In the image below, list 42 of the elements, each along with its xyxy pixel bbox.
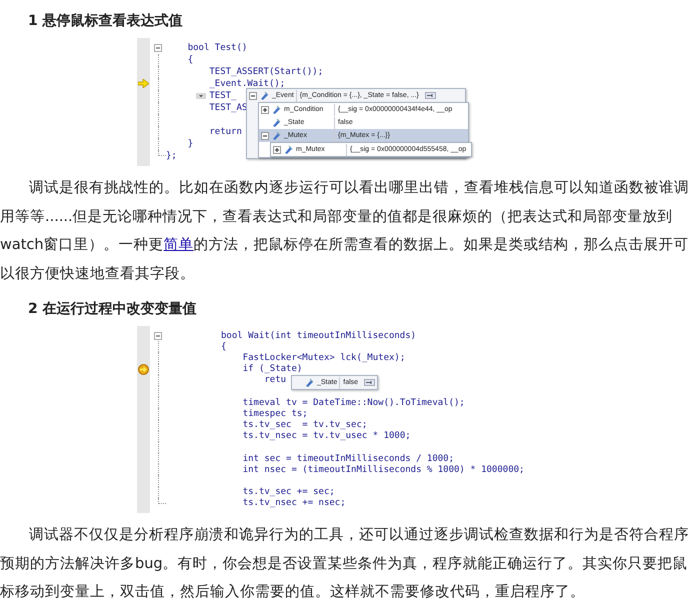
variable-icon	[272, 118, 281, 127]
code-line: {	[188, 54, 194, 66]
code-line: ts.tv_sec = tv.tv_sec;	[242, 419, 368, 432]
variable-icon	[284, 145, 293, 154]
link[interactable]: 简单	[164, 237, 194, 253]
code-line: retu	[264, 374, 286, 386]
code-line: ts.tv_nsec = tv.tv_usec * 1000;	[242, 430, 411, 442]
code-line: if (_State)	[242, 363, 302, 376]
collapse-icon[interactable]	[154, 332, 162, 340]
code-line: _Event.Wait();	[209, 78, 286, 90]
code-line: TEST_ASSERT(Start());	[209, 66, 324, 78]
code-line: ts.tv_sec += sec;	[242, 486, 335, 498]
code-line: }	[188, 138, 194, 150]
expand-icon[interactable]	[261, 106, 269, 114]
code-line: bool Wait(int timeoutInMilliseconds)	[221, 330, 416, 342]
section-heading: 2 在运行过程中改变变量值	[28, 300, 198, 318]
code-line: timeval tv = DateTime::Now().ToTimeval();	[242, 396, 465, 409]
code-line: ts.tv_nsec += nsec;	[242, 497, 346, 510]
code-line: bool Test()	[188, 42, 248, 54]
pin-icon[interactable]	[364, 379, 376, 386]
variable-icon	[272, 105, 281, 114]
variable-icon	[305, 378, 314, 387]
code-line: int sec = timeoutInMilliseconds / 1000;	[242, 452, 454, 465]
paragraph: 调试器不仅仅是分析程序崩溃和诡异行为的工具，还可以通过逐步调试检查数据和行为是否符合程序预期的方法解决许多bug。有时，你会想是否设置某些条件为真，程序就能正确运行了。其实你只要把鼠标移动到变量上，双击值，然后输入你需要的值。这样就不需要修改代码，重启程序了。	[0, 526, 690, 602]
section-heading: 1 悬停鼠标查看表达式值	[28, 12, 184, 30]
code-line: timespec ts;	[242, 408, 308, 420]
pin-icon[interactable]	[424, 92, 436, 99]
smart-tag-icon[interactable]	[196, 93, 206, 99]
code-line: {	[221, 340, 226, 353]
collapse-icon[interactable]	[261, 132, 269, 140]
code-line: };	[166, 150, 177, 162]
code-line: int nsec = (timeoutInMilliseconds % 1000) * 1000000;	[242, 464, 524, 476]
code-line: TEST_	[209, 90, 236, 102]
expand-icon[interactable]	[273, 146, 281, 154]
variable-icon	[272, 131, 281, 140]
code-line: FastLocker<Mutex> lck(_Mutex);	[242, 352, 406, 364]
collapse-icon[interactable]	[154, 44, 162, 52]
collapse-icon[interactable]	[249, 92, 257, 100]
variable-icon	[260, 91, 269, 100]
code-line: return	[209, 126, 242, 138]
paragraph: 调试是很有挑战性的。比如在函数内逐步运行可以看出哪里出错，查看堆栈信息可以知道函数被谁调用等等......但是无论哪种情况下，查看表达式和局部变量的值都是很麻烦的（把表达式和局部变量放到watch窗口里）。一种更简单的方法，把鼠标停在所需查看的数据上。如果是类或结构，那么点击展开可以很方便快速地查看其字段。	[0, 179, 690, 284]
code-line: TEST_AS	[209, 102, 248, 114]
